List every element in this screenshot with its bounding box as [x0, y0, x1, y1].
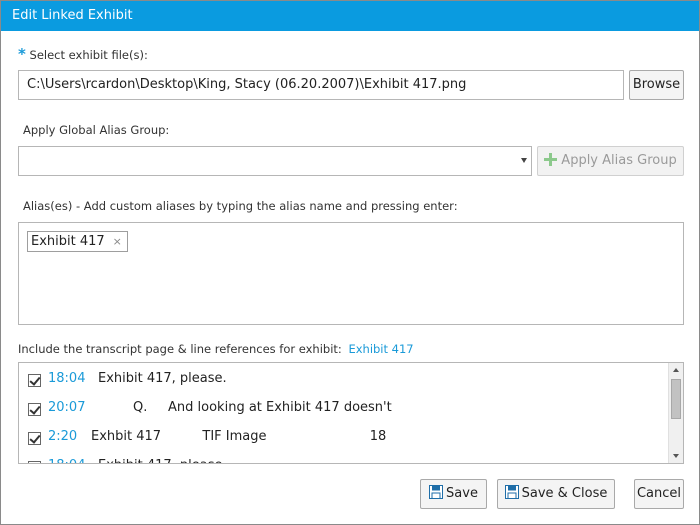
list-item: 18:04 Exhibit 417, please.	[19, 369, 669, 398]
apply-alias-group-button[interactable]: Apply Alias Group	[537, 146, 684, 176]
file-label: Select exhibit file(s):	[29, 48, 148, 62]
checkbox[interactable]	[28, 403, 41, 416]
references-label-row: Include the transcript page & line refer…	[18, 342, 414, 356]
list-scrollbar[interactable]	[668, 363, 683, 463]
checkbox[interactable]	[28, 374, 41, 387]
checkbox[interactable]	[28, 432, 41, 445]
save-and-close-button[interactable]: Save & Close	[497, 479, 615, 509]
checkbox[interactable]	[28, 461, 41, 463]
references-list: 18:04 Exhibit 417, please. 20:07 Q. And …	[18, 362, 684, 464]
save-icon	[504, 485, 519, 499]
list-item: 20:07 Q. And looking at Exhibit 417 does…	[19, 398, 669, 427]
reference-text: Exhibit 417, please.	[98, 456, 227, 463]
alias-tag: Exhibit 417 ×	[27, 231, 128, 252]
scroll-up-icon[interactable]	[669, 363, 683, 377]
edit-linked-exhibit-dialog: Edit Linked Exhibit * Select exhibit fil…	[0, 0, 700, 525]
reference-text: Q. And looking at Exhibit 417 doesn't	[133, 400, 392, 415]
page-line-link[interactable]: 20:07	[48, 398, 85, 418]
dialog-title: Edit Linked Exhibit	[1, 1, 699, 31]
alias-group-label: Apply Global Alias Group:	[23, 123, 170, 137]
save-icon	[429, 485, 444, 499]
aliases-label: Alias(es) - Add custom aliases by typing…	[23, 199, 458, 213]
scroll-thumb[interactable]	[671, 379, 681, 419]
apply-alias-group-label: Apply Alias Group	[561, 153, 677, 168]
alias-group-select[interactable]	[18, 146, 532, 176]
chevron-down-icon	[521, 158, 527, 163]
references-label: Include the transcript page & line refer…	[18, 342, 342, 356]
file-path-input[interactable]: C:\Users\rcardon\Desktop\King, Stacy (06…	[18, 70, 624, 100]
required-asterisk: *	[18, 45, 26, 63]
plus-icon	[544, 153, 558, 166]
save-button[interactable]: Save	[420, 479, 487, 509]
cancel-button[interactable]: Cancel	[634, 479, 684, 509]
page-line-link[interactable]: 2:20	[48, 427, 77, 447]
reference-text: Exhibit 417, please.	[98, 371, 227, 386]
alias-tag-text: Exhibit 417	[31, 234, 105, 249]
save-label: Save	[446, 486, 478, 501]
list-item: 18:04 Exhibit 417, please.	[19, 456, 669, 463]
reference-text: Exhbit 417 TIF Image 18	[91, 429, 387, 444]
exhibit-name-link[interactable]: Exhibit 417	[348, 342, 413, 356]
close-icon[interactable]: ×	[113, 235, 122, 248]
list-item: 2:20 Exhbit 417 TIF Image 18	[19, 427, 669, 456]
page-line-link[interactable]: 18:04	[48, 369, 85, 389]
browse-button[interactable]: Browse	[629, 70, 684, 100]
save-and-close-label: Save & Close	[521, 486, 608, 501]
page-line-link[interactable]: 18:04	[48, 456, 85, 463]
alias-tag-input[interactable]: Exhibit 417 ×	[18, 222, 684, 325]
file-label-row: * Select exhibit file(s):	[18, 45, 148, 63]
scroll-down-icon[interactable]	[669, 449, 683, 463]
